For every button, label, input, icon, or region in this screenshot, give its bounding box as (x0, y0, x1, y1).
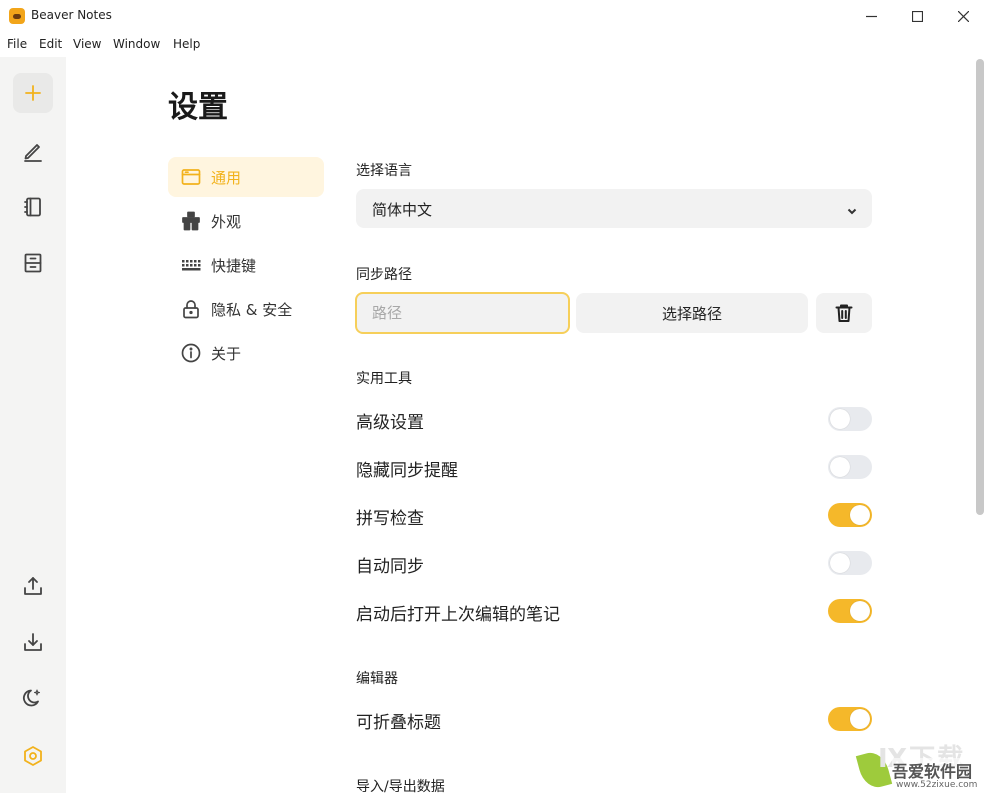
close-button[interactable] (940, 0, 986, 32)
maximize-button[interactable] (894, 0, 940, 32)
language-select-value: 简体中文 (372, 201, 433, 219)
choose-path-button[interactable]: 选择路径 (576, 293, 808, 333)
collapsible-headings-label: 可折叠标题 (356, 713, 441, 733)
dark-mode-button[interactable] (13, 678, 53, 718)
toggle-knob (850, 709, 870, 729)
nav-about-label: 关于 (211, 344, 242, 363)
open-last-note-label: 启动后打开上次编辑的笔记 (356, 605, 560, 625)
lock-icon (183, 300, 199, 319)
spellcheck-toggle[interactable] (828, 503, 872, 527)
sync-path-section-label: 同步路径 (356, 267, 412, 283)
notebooks-button[interactable] (13, 187, 53, 227)
pencil-icon (24, 144, 42, 162)
paint-bucket-icon (182, 211, 200, 231)
sync-path-input[interactable] (355, 292, 570, 334)
advanced-settings-toggle[interactable] (828, 407, 872, 431)
archive-icon (24, 253, 42, 273)
nav-about[interactable]: 关于 (168, 333, 324, 373)
minimize-icon (865, 15, 877, 17)
settings-hex-icon (24, 746, 42, 766)
trash-icon (835, 304, 853, 322)
auto-sync-toggle[interactable] (828, 551, 872, 575)
download-icon (24, 633, 42, 651)
icon-sidebar (0, 57, 66, 793)
upload-icon (24, 577, 42, 595)
notebook-icon (24, 197, 41, 217)
language-select[interactable]: 简体中文 (356, 189, 872, 228)
title-bar: Beaver Notes (0, 0, 986, 32)
menu-view[interactable]: View (73, 37, 101, 51)
close-icon (957, 10, 969, 22)
export-button[interactable] (13, 566, 53, 606)
open-last-note-toggle[interactable] (828, 599, 872, 623)
import-export-section-label: 导入/导出数据 (356, 779, 445, 795)
language-section-label: 选择语言 (356, 163, 412, 179)
toggle-knob (850, 505, 870, 525)
menu-help[interactable]: Help (173, 37, 200, 51)
toggle-knob (830, 409, 850, 429)
page-title: 设置 (168, 90, 228, 125)
toggle-knob (830, 457, 850, 477)
tools-section-label: 实用工具 (356, 371, 412, 387)
beaver-logo-icon (9, 8, 25, 24)
nav-shortcuts-label: 快捷键 (211, 256, 257, 275)
menu-file[interactable]: File (7, 37, 27, 51)
archive-button[interactable] (13, 243, 53, 283)
maximize-icon (911, 10, 923, 22)
collapsible-headings-toggle[interactable] (828, 707, 872, 731)
plus-icon (25, 85, 41, 101)
vertical-scrollbar[interactable] (974, 57, 984, 793)
toggle-knob (850, 601, 870, 621)
watermark: Ⅸ下载 吾爱软件园 www.52zixue.com (852, 738, 986, 793)
menu-window[interactable]: Window (113, 37, 160, 51)
nav-general[interactable]: 通用 (168, 157, 324, 197)
window-icon (181, 169, 201, 185)
menu-edit[interactable]: Edit (39, 37, 62, 51)
auto-sync-label: 自动同步 (356, 557, 424, 577)
minimize-button[interactable] (848, 0, 894, 32)
import-button[interactable] (13, 622, 53, 662)
menu-bar: File Edit View Window Help (0, 32, 986, 57)
nav-shortcuts[interactable]: 快捷键 (168, 245, 324, 285)
hide-sync-reminder-toggle[interactable] (828, 455, 872, 479)
watermark-text: 吾爱软件园 (892, 758, 973, 782)
settings-button[interactable] (13, 736, 53, 776)
chevron-down-icon (846, 202, 858, 221)
nav-general-label: 通用 (211, 168, 242, 187)
nav-privacy-security-label: 隐私 & 安全 (211, 300, 293, 319)
watermark-url: www.52zixue.com (896, 780, 978, 790)
scrollbar-thumb[interactable] (976, 59, 984, 515)
window-title: Beaver Notes (31, 8, 112, 22)
hide-sync-reminder-label: 隐藏同步提醒 (356, 461, 458, 481)
spellcheck-label: 拼写检查 (356, 509, 424, 529)
new-note-button[interactable] (13, 73, 53, 113)
keyboard-icon (182, 260, 201, 271)
nav-privacy-security[interactable]: 隐私 & 安全 (168, 289, 324, 329)
clear-path-button[interactable] (816, 293, 872, 333)
info-icon (181, 343, 201, 363)
advanced-settings-label: 高级设置 (356, 413, 424, 433)
notes-button[interactable] (13, 131, 53, 171)
moon-icon (22, 689, 40, 707)
editor-section-label: 编辑器 (356, 671, 398, 687)
nav-appearance[interactable]: 外观 (168, 201, 324, 241)
toggle-knob (830, 553, 850, 573)
nav-appearance-label: 外观 (211, 212, 242, 231)
